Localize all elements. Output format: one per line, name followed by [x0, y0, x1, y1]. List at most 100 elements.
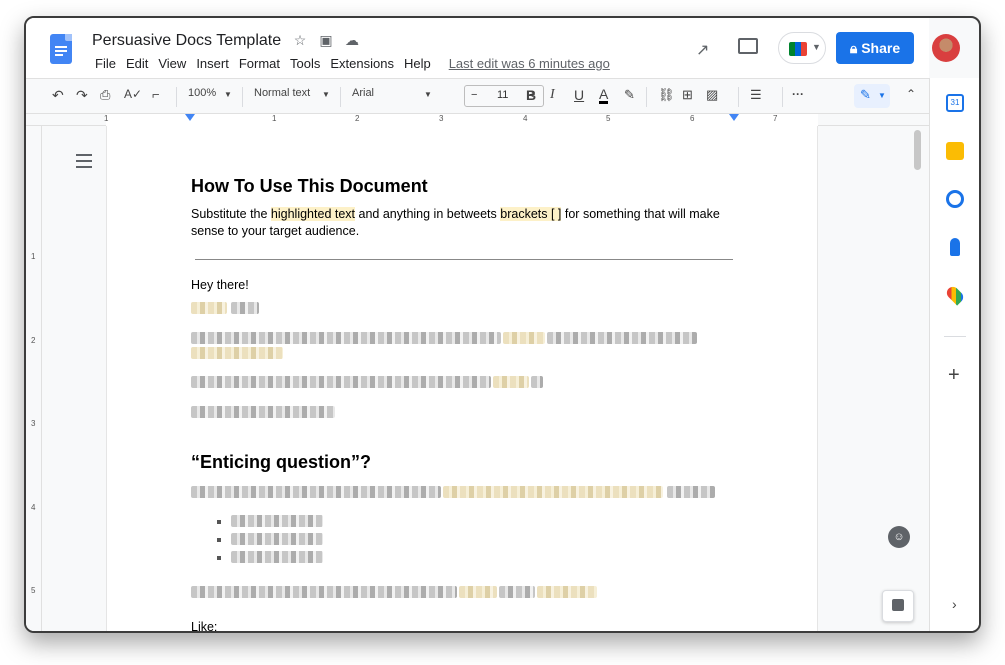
print-icon[interactable]: ⎙: [100, 87, 110, 103]
side-panel-divider: [944, 336, 966, 337]
font-size-input[interactable]: 11: [497, 89, 508, 101]
add-addon-button[interactable]: +: [948, 364, 960, 387]
document-page[interactable]: How To Use This Document Substitute the …: [106, 126, 818, 631]
chevron-down-icon: ▼: [322, 90, 330, 99]
decrease-font-button[interactable]: −: [471, 89, 477, 101]
align-icon[interactable]: ☰: [750, 87, 762, 103]
ruler-number: 4: [523, 114, 528, 123]
lock-icon: 🔒︎: [849, 40, 862, 56]
meet-camera-icon: [789, 42, 807, 56]
ruler-number: 4: [31, 503, 36, 512]
list-item: [231, 551, 323, 563]
keep-icon[interactable]: [946, 142, 964, 160]
ruler-number: 1: [272, 114, 277, 123]
blurred-text: [191, 332, 501, 344]
underline-button[interactable]: U: [574, 87, 584, 103]
ruler-number: 1: [31, 252, 36, 261]
menu-file[interactable]: File: [90, 56, 121, 71]
blurred-text: [459, 586, 497, 598]
undo-icon[interactable]: ↶: [52, 87, 64, 104]
highlight-icon[interactable]: ✎: [624, 87, 635, 103]
chevron-down-icon: ▼: [878, 91, 886, 100]
intro-text: and anything in betweets: [355, 207, 501, 221]
spellcheck-icon[interactable]: A✓: [124, 87, 142, 101]
ruler-number: 2: [31, 336, 36, 345]
ruler-number: 1: [104, 114, 109, 123]
last-edit-link[interactable]: Last edit was 6 minutes ago: [444, 56, 615, 71]
comments-icon[interactable]: [738, 38, 758, 54]
italic-button[interactable]: I: [550, 87, 555, 103]
blurred-text: [443, 486, 663, 498]
toolbar-divider: [782, 87, 783, 107]
toolbar-divider: [242, 87, 243, 107]
outline-icon[interactable]: [76, 154, 92, 168]
tasks-icon[interactable]: [946, 190, 964, 208]
move-folder-icon[interactable]: ▣: [318, 32, 334, 48]
greeting-text: Hey there!: [191, 278, 249, 292]
blurred-text: [191, 586, 457, 598]
toolbar-divider: [738, 87, 739, 107]
horizontal-ruler: 1 1 2 3 4 5 6 7: [26, 114, 929, 126]
calendar-icon[interactable]: 31: [946, 94, 964, 112]
section-heading: “Enticing question”?: [191, 452, 371, 472]
font-select[interactable]: Arial: [352, 87, 374, 99]
vertical-scrollbar[interactable]: [914, 130, 921, 170]
blurred-text: [531, 376, 543, 388]
activity-trend-icon[interactable]: ↗: [696, 40, 709, 60]
highlighted-text: brackets [ ]: [500, 207, 562, 221]
zoom-select[interactable]: 100%: [188, 87, 216, 99]
document-title[interactable]: Persuasive Docs Template: [92, 32, 281, 50]
blurred-text: [493, 376, 529, 388]
formatting-toolbar: ↶ ↷ ⎙ A✓ ⌐ 100% ▼ Normal text ▼ Arial ▼ …: [26, 78, 929, 114]
title-bar: Persuasive Docs Template ☆ ▣ ☁ File Edit…: [26, 18, 929, 78]
meet-button[interactable]: ▼: [778, 32, 826, 64]
menu-extensions[interactable]: Extensions: [325, 56, 399, 71]
link-icon[interactable]: ⛓: [658, 87, 675, 103]
left-indent-marker[interactable]: [185, 114, 195, 121]
editing-mode-button[interactable]: ✎ ▼: [854, 84, 890, 108]
toolbar-divider: [176, 87, 177, 107]
style-select[interactable]: Normal text: [254, 87, 310, 99]
blurred-text: [191, 486, 441, 498]
paint-format-icon[interactable]: ⌐: [152, 87, 160, 102]
menu-bar: File Edit View Insert Format Tools Exten…: [90, 56, 615, 71]
intro-text: Substitute the: [191, 207, 271, 221]
blurred-text: [191, 406, 335, 418]
insert-image-icon[interactable]: ▨: [706, 87, 718, 103]
contacts-icon[interactable]: [950, 238, 960, 256]
horizontal-rule: [195, 259, 733, 260]
highlighted-text: highlighted text: [270, 207, 356, 221]
explore-button[interactable]: [882, 590, 914, 622]
expand-panel-icon[interactable]: ›: [952, 596, 957, 612]
right-indent-marker[interactable]: [729, 114, 739, 121]
menu-insert[interactable]: Insert: [191, 56, 234, 71]
assistant-icon[interactable]: ☺: [888, 526, 910, 548]
list-bullet: [217, 520, 221, 524]
menu-edit[interactable]: Edit: [121, 56, 153, 71]
menu-view[interactable]: View: [153, 56, 191, 71]
bold-button[interactable]: B: [526, 87, 536, 103]
ruler-number: 3: [439, 114, 444, 123]
avatar[interactable]: [932, 34, 960, 62]
list-item: [231, 533, 323, 545]
more-options-button[interactable]: ···: [792, 87, 804, 101]
menu-format[interactable]: Format: [234, 56, 285, 71]
share-button[interactable]: 🔒︎ Share: [836, 32, 914, 64]
app-window: Persuasive Docs Template ☆ ▣ ☁ File Edit…: [24, 16, 981, 633]
docs-logo-icon[interactable]: [50, 34, 72, 64]
star-icon[interactable]: ☆: [292, 32, 308, 48]
redo-icon[interactable]: ↷: [76, 87, 88, 104]
page-title: How To Use This Document: [191, 176, 428, 196]
collapse-menu-icon[interactable]: ⌃: [906, 87, 916, 101]
ruler-number: 5: [31, 586, 36, 595]
text-color-button[interactable]: A: [599, 87, 609, 104]
maps-icon[interactable]: [944, 284, 966, 306]
side-panel: 31 + ›: [929, 78, 979, 631]
add-comment-icon[interactable]: ⊞: [682, 87, 693, 103]
ruler-number: 2: [355, 114, 360, 123]
list-item: [231, 515, 323, 527]
chevron-down-icon: ▼: [812, 42, 821, 52]
menu-tools[interactable]: Tools: [285, 56, 325, 71]
cloud-status-icon[interactable]: ☁: [344, 32, 360, 48]
menu-help[interactable]: Help: [399, 56, 436, 71]
